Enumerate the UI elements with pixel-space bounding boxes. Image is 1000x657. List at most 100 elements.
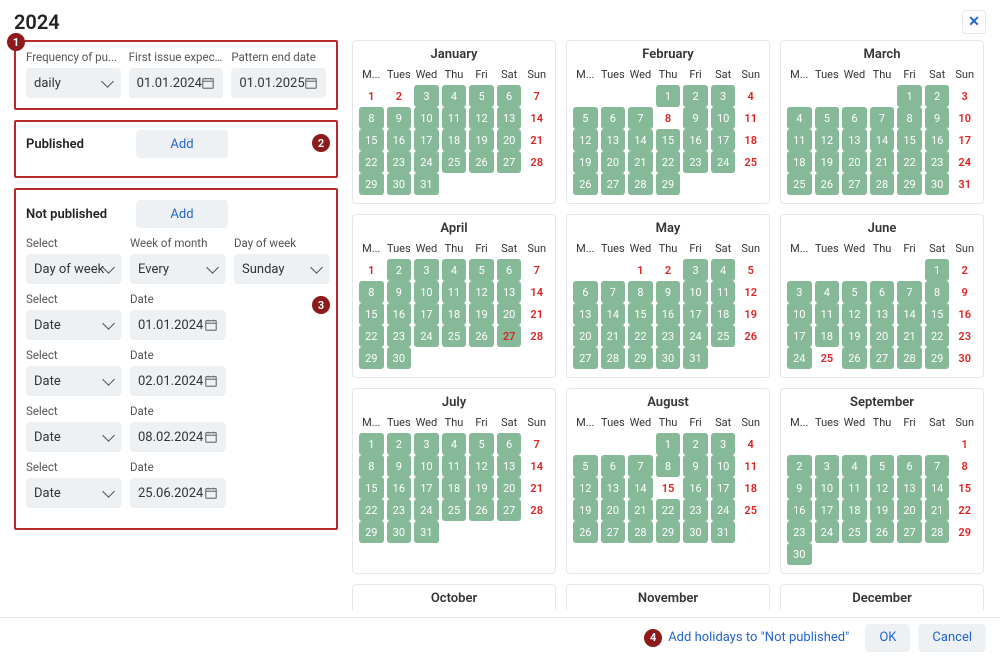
day-cell[interactable]: 26 xyxy=(573,521,598,543)
day-cell[interactable]: 18 xyxy=(738,129,763,151)
day-cell[interactable]: 28 xyxy=(601,347,626,369)
day-cell[interactable]: 6 xyxy=(601,107,626,129)
day-cell[interactable]: 3 xyxy=(414,85,439,107)
day-cell[interactable]: 20 xyxy=(870,325,895,347)
day-cell[interactable]: 30 xyxy=(387,521,412,543)
np-type-select-3[interactable]: Date xyxy=(26,478,122,508)
np-date-input-2[interactable]: 08.02.2024 xyxy=(130,422,226,452)
day-cell[interactable]: 3 xyxy=(952,85,977,107)
first-issue-date[interactable]: 01.01.2024 xyxy=(129,68,224,98)
day-cell[interactable]: 30 xyxy=(925,173,950,195)
day-cell[interactable]: 29 xyxy=(952,521,977,543)
day-cell[interactable]: 20 xyxy=(497,129,522,151)
day-cell[interactable]: 23 xyxy=(683,499,708,521)
day-cell[interactable]: 6 xyxy=(497,85,522,107)
day-cell[interactable]: 18 xyxy=(842,499,867,521)
day-cell[interactable]: 25 xyxy=(738,499,763,521)
day-cell[interactable]: 24 xyxy=(711,151,736,173)
day-cell[interactable]: 22 xyxy=(952,499,977,521)
day-cell[interactable]: 26 xyxy=(842,347,867,369)
day-cell[interactable]: 17 xyxy=(414,129,439,151)
day-cell[interactable]: 13 xyxy=(870,303,895,325)
day-cell[interactable]: 1 xyxy=(359,259,384,281)
day-cell[interactable]: 27 xyxy=(870,347,895,369)
cancel-button[interactable]: Cancel xyxy=(918,624,986,652)
day-cell[interactable]: 2 xyxy=(656,259,681,281)
np-type-select-2[interactable]: Date xyxy=(26,422,122,452)
day-cell[interactable]: 15 xyxy=(628,303,653,325)
day-cell[interactable]: 25 xyxy=(842,521,867,543)
day-cell[interactable]: 23 xyxy=(387,325,412,347)
day-cell[interactable]: 18 xyxy=(442,303,467,325)
day-cell[interactable]: 14 xyxy=(601,303,626,325)
day-cell[interactable]: 12 xyxy=(842,303,867,325)
day-cell[interactable]: 30 xyxy=(387,347,412,369)
day-cell[interactable]: 11 xyxy=(738,455,763,477)
day-cell[interactable]: 21 xyxy=(601,325,626,347)
day-cell[interactable]: 8 xyxy=(952,455,977,477)
day-cell[interactable]: 1 xyxy=(359,85,384,107)
day-cell[interactable]: 30 xyxy=(656,347,681,369)
day-cell[interactable]: 15 xyxy=(359,303,384,325)
day-cell[interactable]: 15 xyxy=(925,303,950,325)
day-cell[interactable]: 14 xyxy=(628,477,653,499)
day-cell[interactable]: 3 xyxy=(815,455,840,477)
day-cell[interactable]: 18 xyxy=(738,477,763,499)
day-cell[interactable]: 14 xyxy=(524,107,549,129)
day-cell[interactable]: 25 xyxy=(787,173,812,195)
day-cell[interactable]: 26 xyxy=(870,521,895,543)
day-cell[interactable]: 2 xyxy=(952,259,977,281)
day-cell[interactable]: 24 xyxy=(683,325,708,347)
np-dow-select[interactable]: Sunday xyxy=(234,254,330,284)
np-date-input-0[interactable]: 01.01.2024 xyxy=(130,310,226,340)
day-cell[interactable]: 14 xyxy=(524,455,549,477)
day-cell[interactable]: 22 xyxy=(359,151,384,173)
day-cell[interactable]: 29 xyxy=(656,173,681,195)
day-cell[interactable]: 14 xyxy=(524,281,549,303)
day-cell[interactable]: 13 xyxy=(497,455,522,477)
day-cell[interactable]: 16 xyxy=(387,303,412,325)
day-cell[interactable]: 29 xyxy=(656,521,681,543)
day-cell[interactable]: 2 xyxy=(683,85,708,107)
day-cell[interactable]: 17 xyxy=(787,325,812,347)
day-cell[interactable]: 8 xyxy=(925,281,950,303)
day-cell[interactable]: 25 xyxy=(738,151,763,173)
day-cell[interactable]: 19 xyxy=(573,151,598,173)
day-cell[interactable]: 11 xyxy=(787,129,812,151)
day-cell[interactable]: 21 xyxy=(524,303,549,325)
day-cell[interactable]: 6 xyxy=(497,259,522,281)
day-cell[interactable]: 28 xyxy=(628,173,653,195)
day-cell[interactable]: 1 xyxy=(897,85,922,107)
close-button[interactable]: ✕ xyxy=(962,10,986,34)
day-cell[interactable]: 24 xyxy=(711,499,736,521)
day-cell[interactable]: 14 xyxy=(870,129,895,151)
day-cell[interactable]: 3 xyxy=(683,259,708,281)
day-cell[interactable]: 6 xyxy=(897,455,922,477)
add-published-button[interactable]: Add xyxy=(136,130,228,158)
day-cell[interactable]: 12 xyxy=(738,281,763,303)
day-cell[interactable]: 15 xyxy=(656,129,681,151)
day-cell[interactable]: 8 xyxy=(359,107,384,129)
day-cell[interactable]: 31 xyxy=(414,173,439,195)
day-cell[interactable]: 9 xyxy=(656,281,681,303)
day-cell[interactable]: 25 xyxy=(442,151,467,173)
day-cell[interactable]: 7 xyxy=(601,281,626,303)
np-type-select[interactable]: Day of week xyxy=(26,254,122,284)
day-cell[interactable]: 17 xyxy=(414,303,439,325)
day-cell[interactable]: 5 xyxy=(842,281,867,303)
day-cell[interactable]: 12 xyxy=(469,281,494,303)
day-cell[interactable]: 20 xyxy=(497,303,522,325)
day-cell[interactable]: 9 xyxy=(387,455,412,477)
day-cell[interactable]: 5 xyxy=(870,455,895,477)
day-cell[interactable]: 11 xyxy=(711,281,736,303)
day-cell[interactable]: 8 xyxy=(628,281,653,303)
day-cell[interactable]: 9 xyxy=(387,107,412,129)
day-cell[interactable]: 1 xyxy=(656,85,681,107)
day-cell[interactable]: 17 xyxy=(414,477,439,499)
day-cell[interactable]: 11 xyxy=(738,107,763,129)
day-cell[interactable]: 9 xyxy=(683,107,708,129)
day-cell[interactable]: 15 xyxy=(897,129,922,151)
day-cell[interactable]: 18 xyxy=(442,477,467,499)
day-cell[interactable]: 21 xyxy=(524,477,549,499)
day-cell[interactable]: 5 xyxy=(815,107,840,129)
